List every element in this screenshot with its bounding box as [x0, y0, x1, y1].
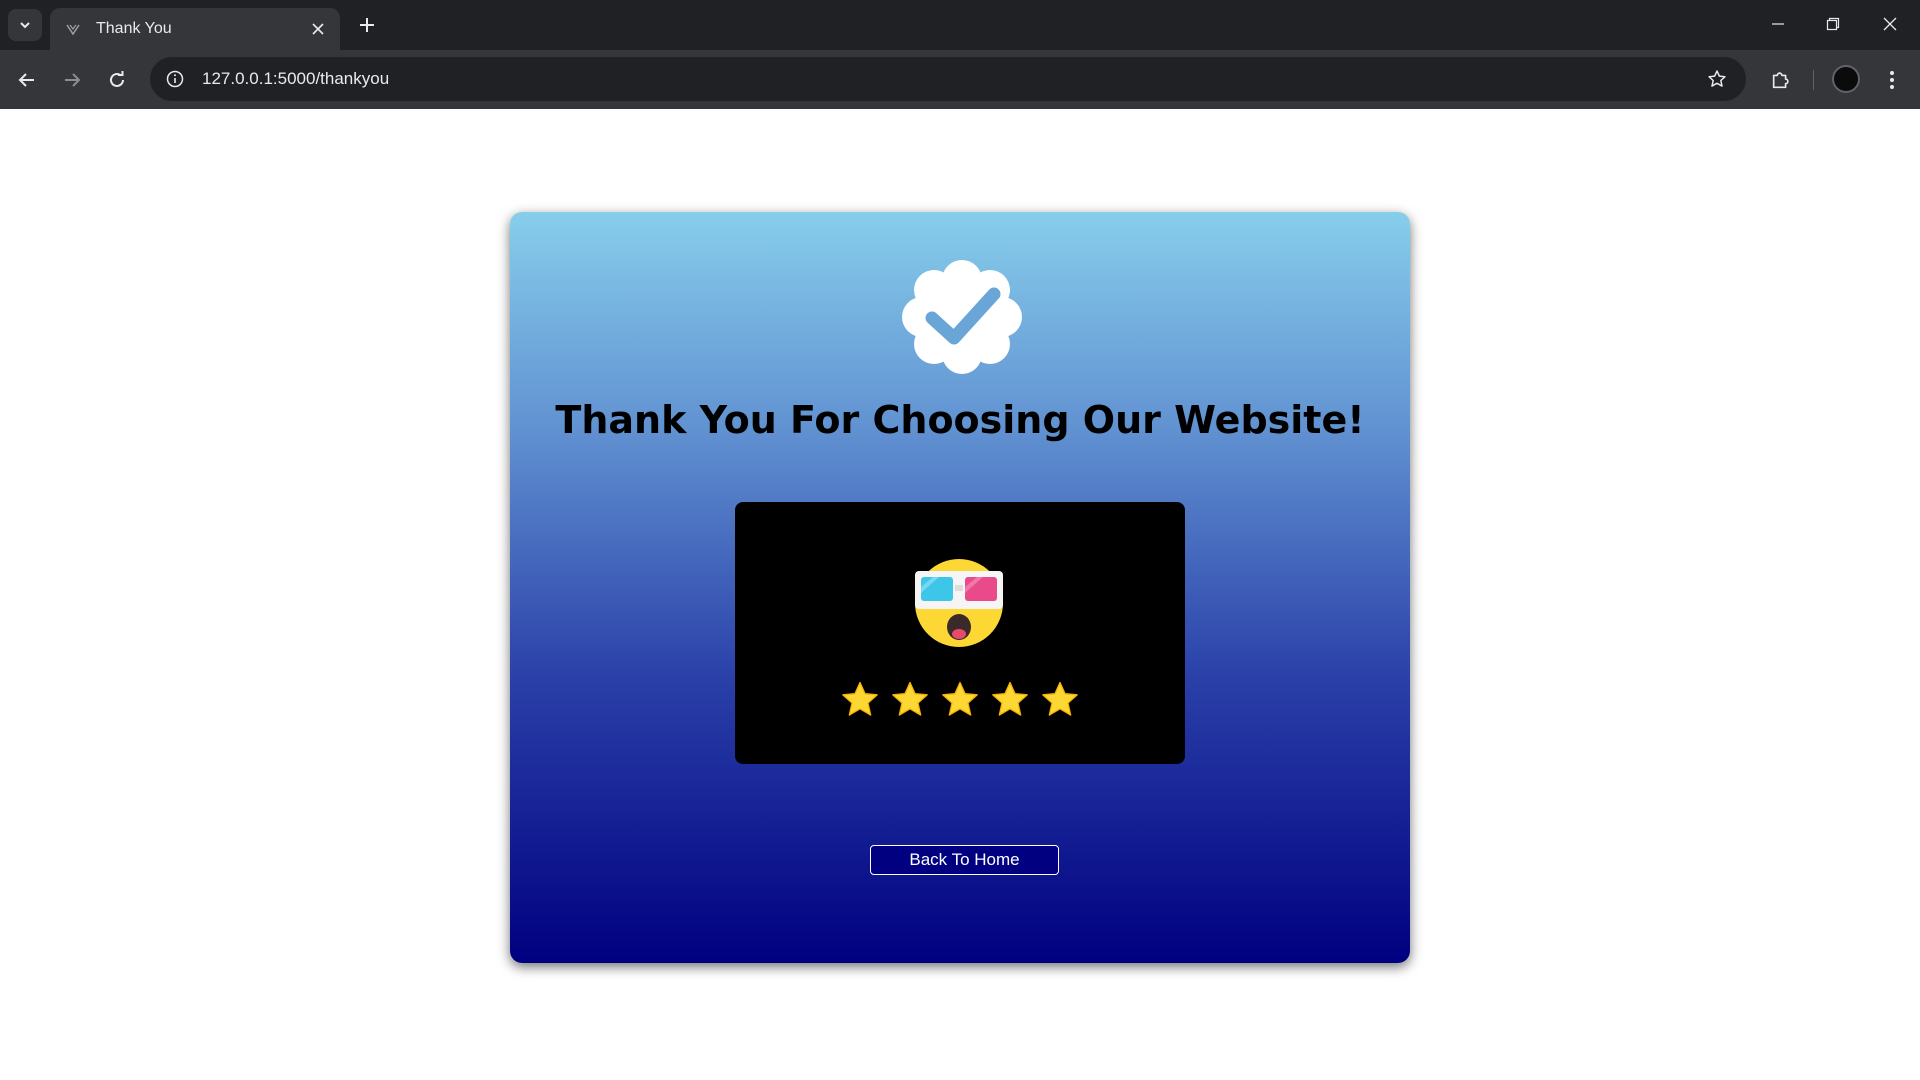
thank-you-heading: Thank You For Choosing Our Website! — [555, 398, 1365, 442]
new-tab-button[interactable] — [352, 10, 382, 40]
restore-button[interactable] — [1805, 0, 1861, 48]
browser-tab[interactable]: Thank You — [50, 8, 340, 50]
forward-button[interactable] — [55, 63, 89, 97]
site-info-icon[interactable] — [158, 62, 192, 96]
chevron-down-icon — [20, 22, 30, 29]
restore-icon — [1826, 17, 1840, 31]
arrow-right-icon — [65, 73, 81, 87]
close-window-button[interactable] — [1862, 0, 1918, 48]
favicon-icon — [64, 20, 82, 38]
star-icon — [842, 681, 878, 716]
3d-glasses-shocked-face-icon — [915, 559, 1003, 647]
star-icon — [942, 681, 978, 716]
arrow-left-icon — [18, 73, 34, 87]
verified-check-badge-icon — [902, 260, 1022, 374]
star-icon — [892, 681, 928, 716]
bookmark-star-icon[interactable] — [1700, 62, 1734, 96]
rating-panel — [735, 502, 1185, 764]
minimize-button[interactable] — [1750, 0, 1806, 48]
tab-search-button[interactable] — [8, 9, 42, 41]
plus-icon — [360, 18, 374, 32]
extensions-puzzle-icon[interactable] — [1763, 62, 1799, 98]
reload-button[interactable] — [100, 63, 134, 97]
star-rating — [735, 680, 1185, 720]
profile-avatar[interactable] — [1832, 65, 1860, 93]
toolbar-divider — [1813, 70, 1814, 90]
url-text[interactable]: 127.0.0.1:5000/thankyou — [202, 69, 1700, 89]
more-menu-icon[interactable] — [1874, 62, 1910, 98]
reload-icon — [110, 71, 124, 87]
browser-toolbar: 127.0.0.1:5000/thankyou — [0, 50, 1920, 109]
back-button[interactable] — [10, 63, 44, 97]
address-bar[interactable]: 127.0.0.1:5000/thankyou — [150, 57, 1746, 101]
minimize-icon — [1772, 23, 1784, 25]
tab-title: Thank You — [96, 20, 172, 37]
back-to-home-button[interactable]: Back To Home — [870, 845, 1059, 875]
close-tab-icon[interactable] — [304, 15, 332, 43]
close-icon — [1883, 17, 1897, 31]
thank-you-card: Thank You For Choosing Our Website! Back… — [510, 212, 1410, 963]
browser-tab-bar: Thank You — [0, 0, 1920, 50]
star-icon — [992, 681, 1028, 716]
star-icon — [1042, 681, 1078, 716]
